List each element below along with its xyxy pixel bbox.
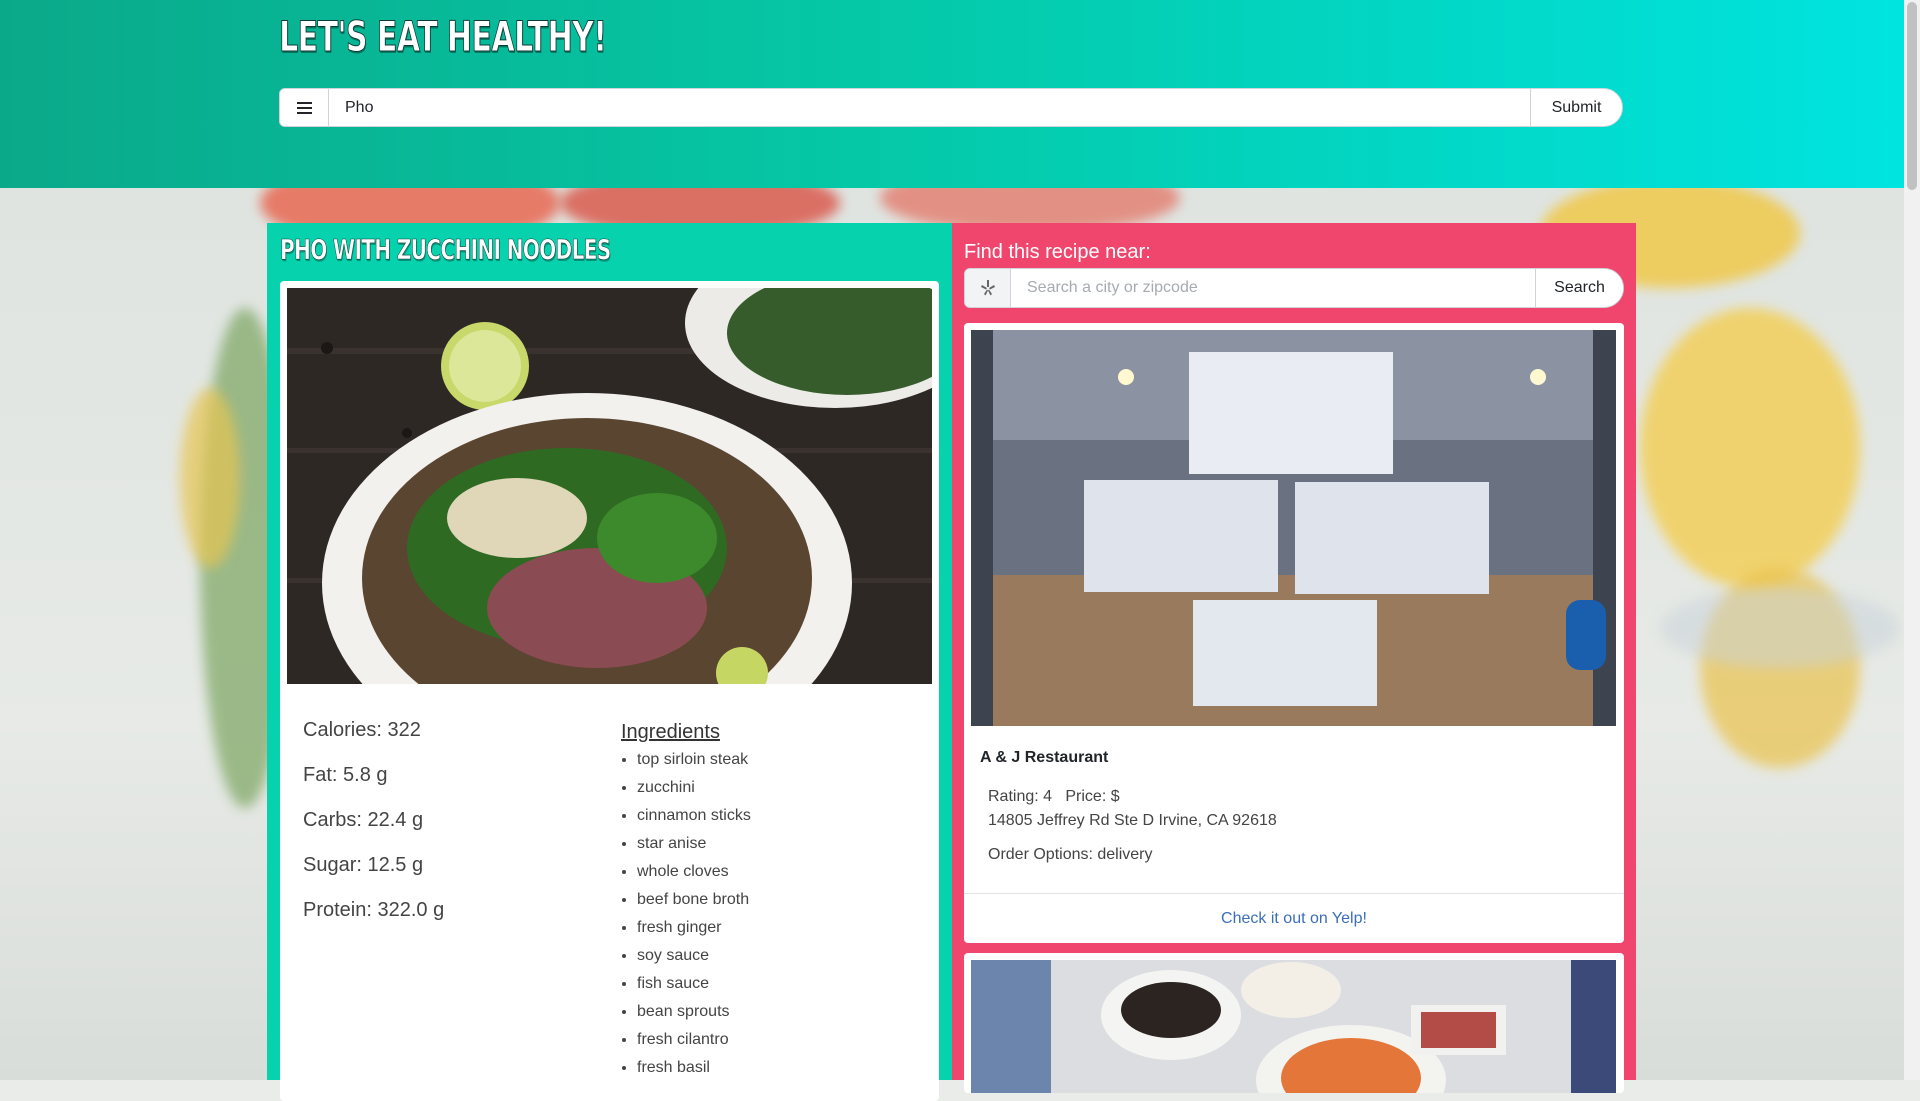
- ingredients-heading: Ingredients: [621, 721, 720, 743]
- location-search-bar: Search: [964, 268, 1624, 308]
- ingredient-item: fresh ginger: [637, 914, 751, 942]
- recipe-photo: [287, 288, 932, 684]
- ingredient-item: star anise: [637, 830, 751, 858]
- sugar-value: Sugar: 12.5 g: [303, 854, 424, 876]
- site-title: LET'S EAT HEALTHY!: [279, 12, 608, 62]
- ingredient-item: soy sauce: [637, 942, 751, 970]
- page-scrollbar[interactable]: [1904, 0, 1920, 1080]
- ingredient-item: top sirloin steak: [637, 746, 751, 774]
- restaurant-card: [964, 953, 1624, 1093]
- ingredient-item: cinnamon sticks: [637, 802, 751, 830]
- yelp-logo-icon: [980, 280, 995, 296]
- restaurant-rating-price: Rating: 4 Price: $: [988, 788, 1120, 805]
- ingredient-item: beef bone broth: [637, 886, 751, 914]
- restaurant-address: 14805 Jeffrey Rd Ste D Irvine, CA 92618: [988, 812, 1277, 829]
- hamburger-icon: [296, 101, 312, 114]
- recipe-card: Calories: 322 Fat: 5.8 g Carbs: 22.4 g S…: [280, 281, 939, 1101]
- site-header: LET'S EAT HEALTHY! Submit: [0, 0, 1904, 188]
- ingredients-section: Ingredients top sirloin steak zucchini c…: [618, 721, 751, 1082]
- ingredient-item: fresh basil: [637, 1054, 751, 1082]
- scrollbar-thumb[interactable]: [1907, 2, 1917, 190]
- restaurant-card-footer: Check it out on Yelp!: [964, 893, 1624, 944]
- recipe-title: PHO WITH ZUCCHINI NOODLES: [280, 233, 612, 267]
- recipe-panel: PHO WITH ZUCCHINI NOODLES Calories: 322 …: [267, 223, 952, 1101]
- food-table-image: [971, 960, 1616, 1093]
- calories-value: Calories: 322: [303, 719, 421, 741]
- find-recipe-label: Find this recipe near:: [964, 241, 1151, 263]
- submit-button[interactable]: Submit: [1530, 89, 1622, 126]
- carbs-value: Carbs: 22.4 g: [303, 809, 424, 831]
- yelp-panel: Find this recipe near: Search a city or …: [952, 223, 1636, 1093]
- recipe-search-input[interactable]: [329, 89, 1530, 126]
- restaurant-meta: Rating: 4 Price: $ 14805 Jeffrey Rd Ste …: [988, 785, 1277, 833]
- location-input[interactable]: [1011, 269, 1535, 307]
- restaurant-photo: [971, 330, 1616, 726]
- ingredient-item: fish sauce: [637, 970, 751, 998]
- fat-value: Fat: 5.8 g: [303, 764, 388, 786]
- storefront-image: [971, 330, 1616, 726]
- nutrition-facts: Calories: 322 Fat: 5.8 g Carbs: 22.4 g S…: [303, 719, 444, 944]
- restaurant-card: A & J Restaurant Rating: 4 Price: $ 1480…: [964, 323, 1624, 943]
- ingredient-item: fresh cilantro: [637, 1026, 751, 1054]
- restaurant-name: A & J Restaurant: [980, 749, 1109, 766]
- yelp-icon: [965, 269, 1011, 307]
- restaurant-order-options: Order Options: delivery: [988, 846, 1153, 863]
- location-search-button[interactable]: Search: [1535, 269, 1623, 307]
- recipe-search-bar: Submit: [279, 88, 1623, 127]
- pho-bowl-image: [287, 288, 932, 684]
- ingredient-item: whole cloves: [637, 858, 751, 886]
- yelp-link[interactable]: Check it out on Yelp!: [1221, 910, 1367, 928]
- ingredients-list: top sirloin steak zucchini cinnamon stic…: [618, 746, 751, 1082]
- restaurant-photo: [971, 960, 1616, 1093]
- menu-button[interactable]: [280, 89, 329, 126]
- ingredient-item: zucchini: [637, 774, 751, 802]
- protein-value: Protein: 322.0 g: [303, 899, 445, 921]
- ingredient-item: bean sprouts: [637, 998, 751, 1026]
